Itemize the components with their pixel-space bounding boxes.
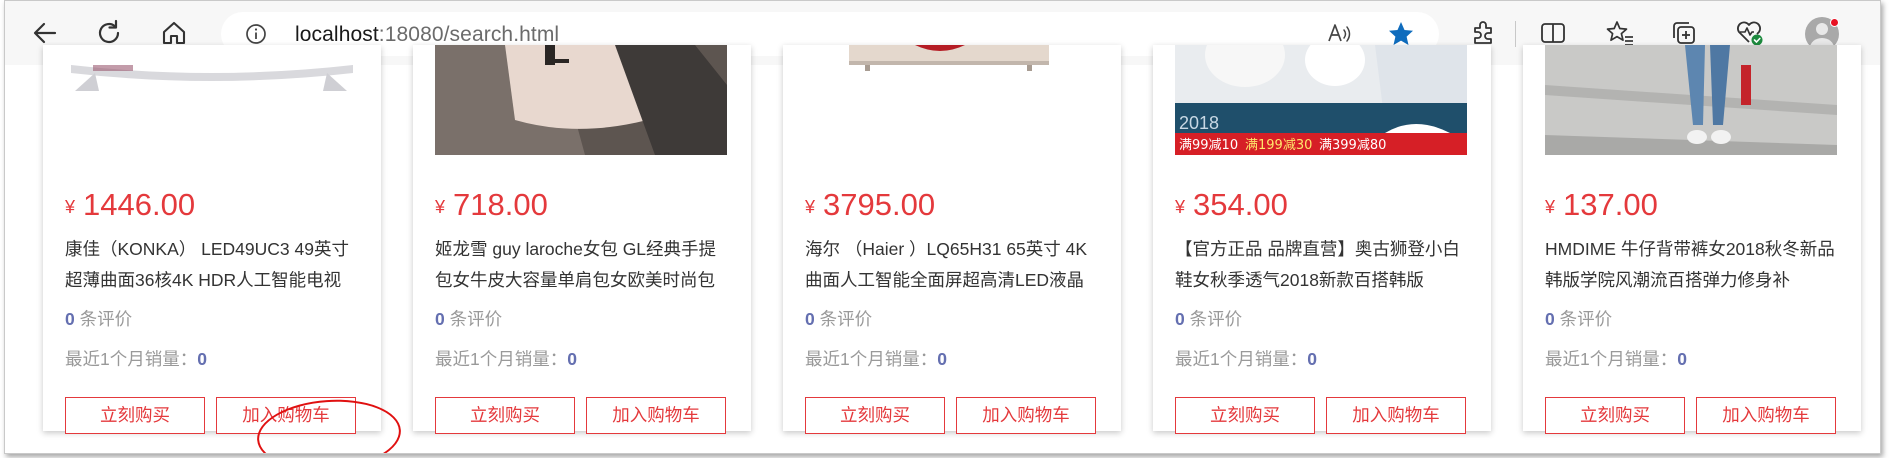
product-title[interactable]: 姬龙雪 guy laroche女包 GL经典手提包女牛皮大容量单肩包女欧美时尚包 bbox=[435, 234, 731, 296]
product-price: ¥354.00 bbox=[1175, 187, 1288, 223]
price-value: 137.00 bbox=[1563, 187, 1658, 222]
product-title[interactable]: HMDIME 牛仔背带裤女2018秋冬新品 韩版学院风潮流百搭弹力修身补 bbox=[1545, 234, 1841, 296]
sales-number: 0 bbox=[1307, 349, 1317, 369]
promo-deal-1: 满99减10 bbox=[1179, 138, 1238, 153]
add-to-cart-button[interactable]: 加入购物车 bbox=[1696, 397, 1836, 434]
product-title[interactable]: 【官方正品 品牌直营】奥古狮登小白鞋女秋季透气2018新款百搭韩版 bbox=[1175, 234, 1471, 296]
product-card: 2018 满99减10 满199减30 满399减80 ¥354.00 【官方正… bbox=[1153, 45, 1491, 434]
sales-label: 最近1个月销量： bbox=[65, 349, 198, 369]
url-path: :18080/search.html bbox=[378, 23, 560, 46]
product-card: ¥718.00 姬龙雪 guy laroche女包 GL经典手提包女牛皮大容量单… bbox=[413, 45, 751, 434]
monthly-sales: 最近1个月销量：0 bbox=[805, 346, 947, 371]
review-label: 条评价 bbox=[449, 309, 503, 329]
price-value: 3795.00 bbox=[823, 187, 936, 222]
monthly-sales: 最近1个月销量：0 bbox=[1545, 346, 1687, 371]
review-number: 0 bbox=[1545, 309, 1555, 329]
sales-label: 最近1个月销量： bbox=[1545, 349, 1678, 369]
product-price: ¥137.00 bbox=[1545, 187, 1658, 223]
monthly-sales: 最近1个月销量：0 bbox=[65, 346, 207, 371]
product-card: ¥3795.00 海尔 （Haier ）LQ65H31 65英寸 4K曲面人工智… bbox=[783, 45, 1121, 434]
review-count[interactable]: 0 条评价 bbox=[1545, 306, 1612, 331]
currency-symbol: ¥ bbox=[1545, 197, 1556, 217]
sales-number: 0 bbox=[1677, 349, 1687, 369]
review-number: 0 bbox=[805, 309, 815, 329]
avatar-head bbox=[1816, 23, 1828, 35]
price-value: 718.00 bbox=[453, 187, 548, 222]
review-label: 条评价 bbox=[1189, 309, 1243, 329]
url-text[interactable]: localhost:18080/search.html bbox=[295, 23, 559, 47]
monthly-sales: 最近1个月销量：0 bbox=[1175, 346, 1317, 371]
currency-symbol: ¥ bbox=[435, 197, 446, 217]
sales-number: 0 bbox=[567, 349, 577, 369]
review-count[interactable]: 0 条评价 bbox=[435, 306, 502, 331]
review-number: 0 bbox=[435, 309, 445, 329]
review-label: 条评价 bbox=[79, 309, 133, 329]
url-host: localhost bbox=[295, 23, 379, 46]
sales-label: 最近1个月销量： bbox=[805, 349, 938, 369]
product-image[interactable] bbox=[805, 45, 1097, 155]
currency-symbol: ¥ bbox=[65, 197, 76, 217]
product-card: ¥1446.00 康佳（KONKA） LED49UC3 49英寸超薄曲面36核4… bbox=[43, 45, 404, 453]
price-value: 1446.00 bbox=[83, 187, 196, 222]
buy-now-button[interactable]: 立刻购买 bbox=[805, 397, 945, 434]
review-count[interactable]: 0 条评价 bbox=[805, 306, 872, 331]
product-title[interactable]: 海尔 （Haier ）LQ65H31 65英寸 4K曲面人工智能全面屏超高清LE… bbox=[805, 234, 1101, 296]
add-to-cart-button[interactable]: 加入购物车 bbox=[956, 397, 1096, 434]
promo-deal-2: 满199减30 bbox=[1245, 138, 1312, 153]
product-image[interactable] bbox=[65, 45, 357, 155]
product-price: ¥1446.00 bbox=[65, 187, 195, 223]
sales-number: 0 bbox=[197, 349, 207, 369]
product-image[interactable]: 2018 满99减10 满199减30 满399减80 bbox=[1175, 45, 1467, 155]
review-number: 0 bbox=[65, 309, 75, 329]
buy-now-button[interactable]: 立刻购买 bbox=[435, 397, 575, 434]
add-to-cart-button[interactable]: 加入购物车 bbox=[1326, 397, 1466, 434]
product-price: ¥718.00 bbox=[435, 187, 548, 223]
buy-now-button[interactable]: 立刻购买 bbox=[1175, 397, 1315, 434]
currency-symbol: ¥ bbox=[1175, 197, 1186, 217]
product-image[interactable] bbox=[435, 45, 727, 155]
notification-dot bbox=[1830, 18, 1839, 27]
product-price: ¥3795.00 bbox=[805, 187, 935, 223]
product-title[interactable]: 康佳（KONKA） LED49UC3 49英寸超薄曲面36核4K HDR人工智能… bbox=[65, 234, 361, 296]
buy-now-button[interactable]: 立刻购买 bbox=[65, 397, 205, 434]
toolbar-divider bbox=[1515, 21, 1516, 47]
buy-now-button[interactable]: 立刻购买 bbox=[1545, 397, 1685, 434]
sales-label: 最近1个月销量： bbox=[1175, 349, 1308, 369]
sales-number: 0 bbox=[937, 349, 947, 369]
sales-label: 最近1个月销量： bbox=[435, 349, 568, 369]
product-image[interactable] bbox=[1545, 45, 1837, 155]
review-label: 条评价 bbox=[1559, 309, 1613, 329]
add-to-cart-button[interactable]: 加入购物车 bbox=[586, 397, 726, 434]
promo-deal-3: 满399减80 bbox=[1319, 138, 1386, 153]
currency-symbol: ¥ bbox=[805, 197, 816, 217]
review-count[interactable]: 0 条评价 bbox=[1175, 306, 1242, 331]
svg-text:2018: 2018 bbox=[1179, 113, 1219, 133]
search-results: ¥1446.00 康佳（KONKA） LED49UC3 49英寸超薄曲面36核4… bbox=[5, 45, 1880, 453]
monthly-sales: 最近1个月销量：0 bbox=[435, 346, 577, 371]
price-value: 354.00 bbox=[1193, 187, 1288, 222]
product-card: ¥137.00 HMDIME 牛仔背带裤女2018秋冬新品 韩版学院风潮流百搭弹… bbox=[1523, 45, 1861, 434]
review-label: 条评价 bbox=[819, 309, 873, 329]
review-count[interactable]: 0 条评价 bbox=[65, 306, 132, 331]
review-number: 0 bbox=[1175, 309, 1185, 329]
browser-window: localhost:18080/search.html ¥ 1446.00 康佳… bbox=[4, 0, 1881, 454]
